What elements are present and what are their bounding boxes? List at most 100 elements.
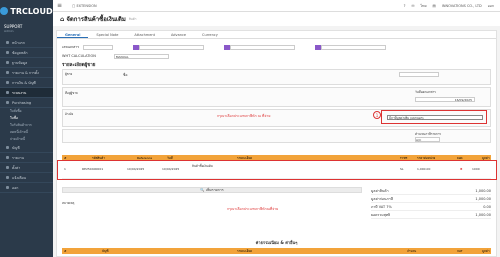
chart-icon xyxy=(6,156,9,159)
sidebar-item-finance[interactable]: การเงิน & บัญชี xyxy=(0,78,53,88)
branch-input[interactable] xyxy=(321,44,387,50)
sidebar-item-label: ข้อมูลหลัก xyxy=(12,50,28,55)
exit-button[interactable]: ออก xyxy=(488,3,494,9)
vendor-section-title: รายละเอียดผู้ขาย xyxy=(62,63,96,68)
logo-icon xyxy=(0,7,9,15)
add-item-label: เพิ่มรายการ xyxy=(205,188,224,192)
cart-icon xyxy=(6,101,9,104)
sidebar-item-system[interactable]: ระบบงาน xyxy=(0,88,53,98)
company-name[interactable]: INNOVATIONS CO., LTD xyxy=(442,4,482,8)
total-label: ยอดรวมสุทธิ xyxy=(371,212,391,217)
vendor-name: ชื่อ xyxy=(123,73,128,77)
sidebar-item-more-2[interactable]: ตั้งค่า xyxy=(0,163,53,173)
vendor-label: ผู้ขาย xyxy=(65,72,73,76)
sidebar-item-more-4[interactable]: ออก xyxy=(0,183,53,193)
project-input[interactable] xyxy=(230,44,296,50)
sidebar-item-more-1[interactable]: รายงาน xyxy=(0,153,53,163)
vendor-box: ผู้ขาย ชื่อ xyxy=(62,69,491,85)
total-label: มูลค่าก่อนภาษี xyxy=(371,196,393,201)
vendor-search-button[interactable] xyxy=(399,72,439,77)
sidebar-item-label: Purchasing xyxy=(12,100,32,105)
profile: SUPPORT Admin xyxy=(0,22,53,36)
system-icon xyxy=(6,91,9,94)
tax-notice: กรุณาเลือกประเภทภาษีหัก ณ ที่จ่าย xyxy=(217,114,271,118)
wht-label: WHT CALCULATION xyxy=(62,54,96,58)
help-icon[interactable]: ? xyxy=(404,4,406,8)
fees-table-header: # บัญชี รายละเอียด จำนวน VAT มูลค่า xyxy=(62,248,491,254)
doc-row: เลขเอกสาร xyxy=(62,43,491,51)
wht-select[interactable]: MANUAL xyxy=(113,53,169,59)
sidebar-item-label: แจ้งเตือน xyxy=(12,175,26,180)
topbar: ≡ ▢ EXTENSION ? ✉ ไทย ▤ INNOVATIONS CO.,… xyxy=(53,0,500,12)
address-box: ที่อยู่ผู้ขาย วันที่ออกเอกสาร 16/09/2025 xyxy=(62,87,491,107)
total-value: 0.00 xyxy=(483,204,491,209)
tabs: General Special Note Attachment Advance … xyxy=(57,31,496,39)
date-input[interactable] xyxy=(139,44,205,50)
money-icon xyxy=(6,81,9,84)
tab-special-note[interactable]: Special Note xyxy=(88,31,126,38)
sidebar-sub-purchase[interactable]: ใบซื้อ xyxy=(0,115,53,122)
language-select[interactable]: ไทย xyxy=(420,3,426,9)
topbar-right: ? ✉ ไทย ▤ INNOVATIONS CO., LTD ออก xyxy=(404,3,500,9)
total-label: มูลค่าสินค้า xyxy=(371,188,389,193)
total-value: 1,000.00 xyxy=(475,188,491,193)
brand-logo[interactable]: TRCLOUD xyxy=(0,0,53,22)
fees-title-text: ค่าธรรมเนียม & ค่าอื่นๆ xyxy=(255,240,298,245)
flag-icon[interactable]: ▤ xyxy=(433,4,436,8)
total-row-0: มูลค่าสินค้า 1,000.00 xyxy=(371,187,491,195)
total-row-2: ภาษี VAT 7% 0.00 xyxy=(371,203,491,211)
sidebar-sub-receive[interactable]: ใบรับสินค้าจาก xyxy=(0,122,53,129)
fees-col-index: # xyxy=(64,249,67,253)
page-subtitle: สินค้า xyxy=(128,16,137,21)
vendor-address-label: ที่อยู่ผู้ขาย xyxy=(65,91,78,95)
add-item-button[interactable]: 🔍 เพิ่มรายการ xyxy=(62,187,362,193)
tab-attachment[interactable]: Attachment xyxy=(126,31,163,38)
tab-general[interactable]: General xyxy=(57,31,89,38)
logout-icon xyxy=(6,186,9,189)
sidebar-item-report[interactable]: รายงาน & การตั้ง xyxy=(0,68,53,78)
wht-row: WHT CALCULATION MANUAL xyxy=(62,53,491,59)
sidebar-item-db[interactable]: ฐานข้อมูล xyxy=(0,58,53,68)
step-1-marker: 1 xyxy=(373,111,381,119)
brand-name: TRCLOUD xyxy=(10,6,53,16)
gear-icon xyxy=(6,166,9,169)
fees-col-desc: รายละเอียด xyxy=(237,248,253,253)
fees-col-total: มูลค่า xyxy=(482,248,490,253)
total-row-1: มูลค่าก่อนภาษี 1,000.00 xyxy=(371,195,491,203)
extension-link[interactable]: ▢ EXTENSION xyxy=(72,4,97,8)
sidebar: TRCLOUD SUPPORT Admin หน้าแรก ข้อมูลหลัก… xyxy=(0,0,53,257)
sidebar-sub-debit[interactable]: ลดหนี้เจ้าหนี้ xyxy=(0,129,53,136)
tab-advance[interactable]: Advance xyxy=(163,31,194,38)
sidebar-item-master[interactable]: ข้อมูลหลัก xyxy=(0,48,53,58)
sidebar-item-label: บัญชี xyxy=(12,145,20,150)
ref-label: อ้างอิง xyxy=(65,112,74,116)
page-header: ⌂ จัดการสินค้าซื้อเงินเดิม สินค้า xyxy=(53,12,500,26)
profile-role: Admin xyxy=(4,29,14,33)
vat-select[interactable]: มีภาษีมูลค่าเพิ่ม (แยกนอก) xyxy=(387,115,483,120)
doc-number-input[interactable] xyxy=(83,44,114,50)
home-icon[interactable]: ⌂ xyxy=(60,16,64,23)
sidebar-sub-pay[interactable]: จ่ายเจ้าหนี้ xyxy=(0,136,53,143)
tab-currency[interactable]: Currency xyxy=(194,31,226,38)
total-value: 1,000.00 xyxy=(475,196,491,201)
fees-col-vat: VAT xyxy=(457,249,463,253)
database-icon xyxy=(6,51,9,54)
sidebar-item-more-0[interactable]: บัญชี xyxy=(0,143,53,153)
ref-code-field[interactable]: A/C xyxy=(415,137,440,142)
sidebar-item-home[interactable]: หน้าแรก xyxy=(0,38,53,48)
sidebar-item-label: รายงาน xyxy=(12,155,24,160)
sidebar-item-label: ฐานข้อมูล xyxy=(12,60,28,65)
date-label: วันที่ออกเอกสาร xyxy=(415,90,436,94)
sidebar-item-purchasing[interactable]: Purchasing xyxy=(0,98,53,108)
sidebar-item-more-3[interactable]: แจ้งเตือน xyxy=(0,173,53,183)
mail-icon[interactable]: ✉ xyxy=(411,4,414,8)
hamburger-icon[interactable]: ≡ xyxy=(57,2,62,9)
sidebar-item-label: ตั้งค่า xyxy=(12,165,21,170)
sidebar-sub-po[interactable]: ใบสั่งซื้อ xyxy=(0,108,53,115)
sidebar-menu: หน้าแรก ข้อมูลหลัก ฐานข้อมูล รายงาน & กา… xyxy=(0,36,53,193)
book-icon xyxy=(6,146,9,149)
folder-icon xyxy=(6,61,9,64)
home-icon xyxy=(6,41,9,44)
date-field[interactable]: 16/09/2025 xyxy=(415,97,475,102)
main-content: General Special Note Attachment Advance … xyxy=(56,30,497,257)
